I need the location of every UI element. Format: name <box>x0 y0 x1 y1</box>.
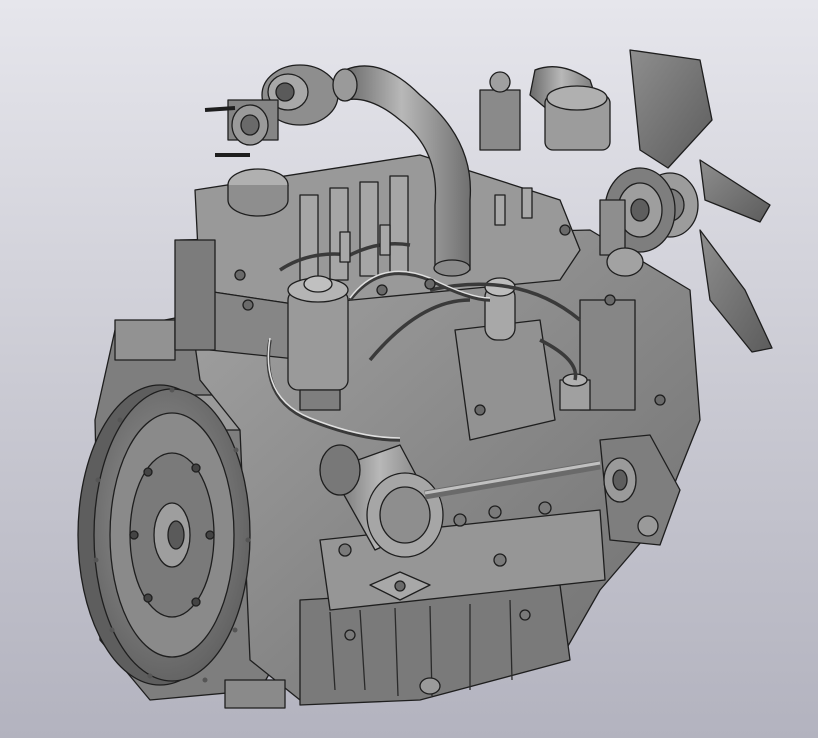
3d-viewport[interactable] <box>0 0 818 738</box>
head-side-plate <box>174 239 216 351</box>
turbocharger <box>204 64 339 157</box>
housing-bracket <box>114 319 176 361</box>
flywheel <box>77 384 251 686</box>
fan-blade-right <box>699 159 771 223</box>
fan-blade-bottom <box>699 229 773 353</box>
drain-plug <box>419 677 441 695</box>
mount-foot <box>224 679 286 709</box>
engine-model-render[interactable] <box>0 0 818 738</box>
fan-blade-top <box>629 49 713 169</box>
fuel-filter <box>287 275 349 411</box>
